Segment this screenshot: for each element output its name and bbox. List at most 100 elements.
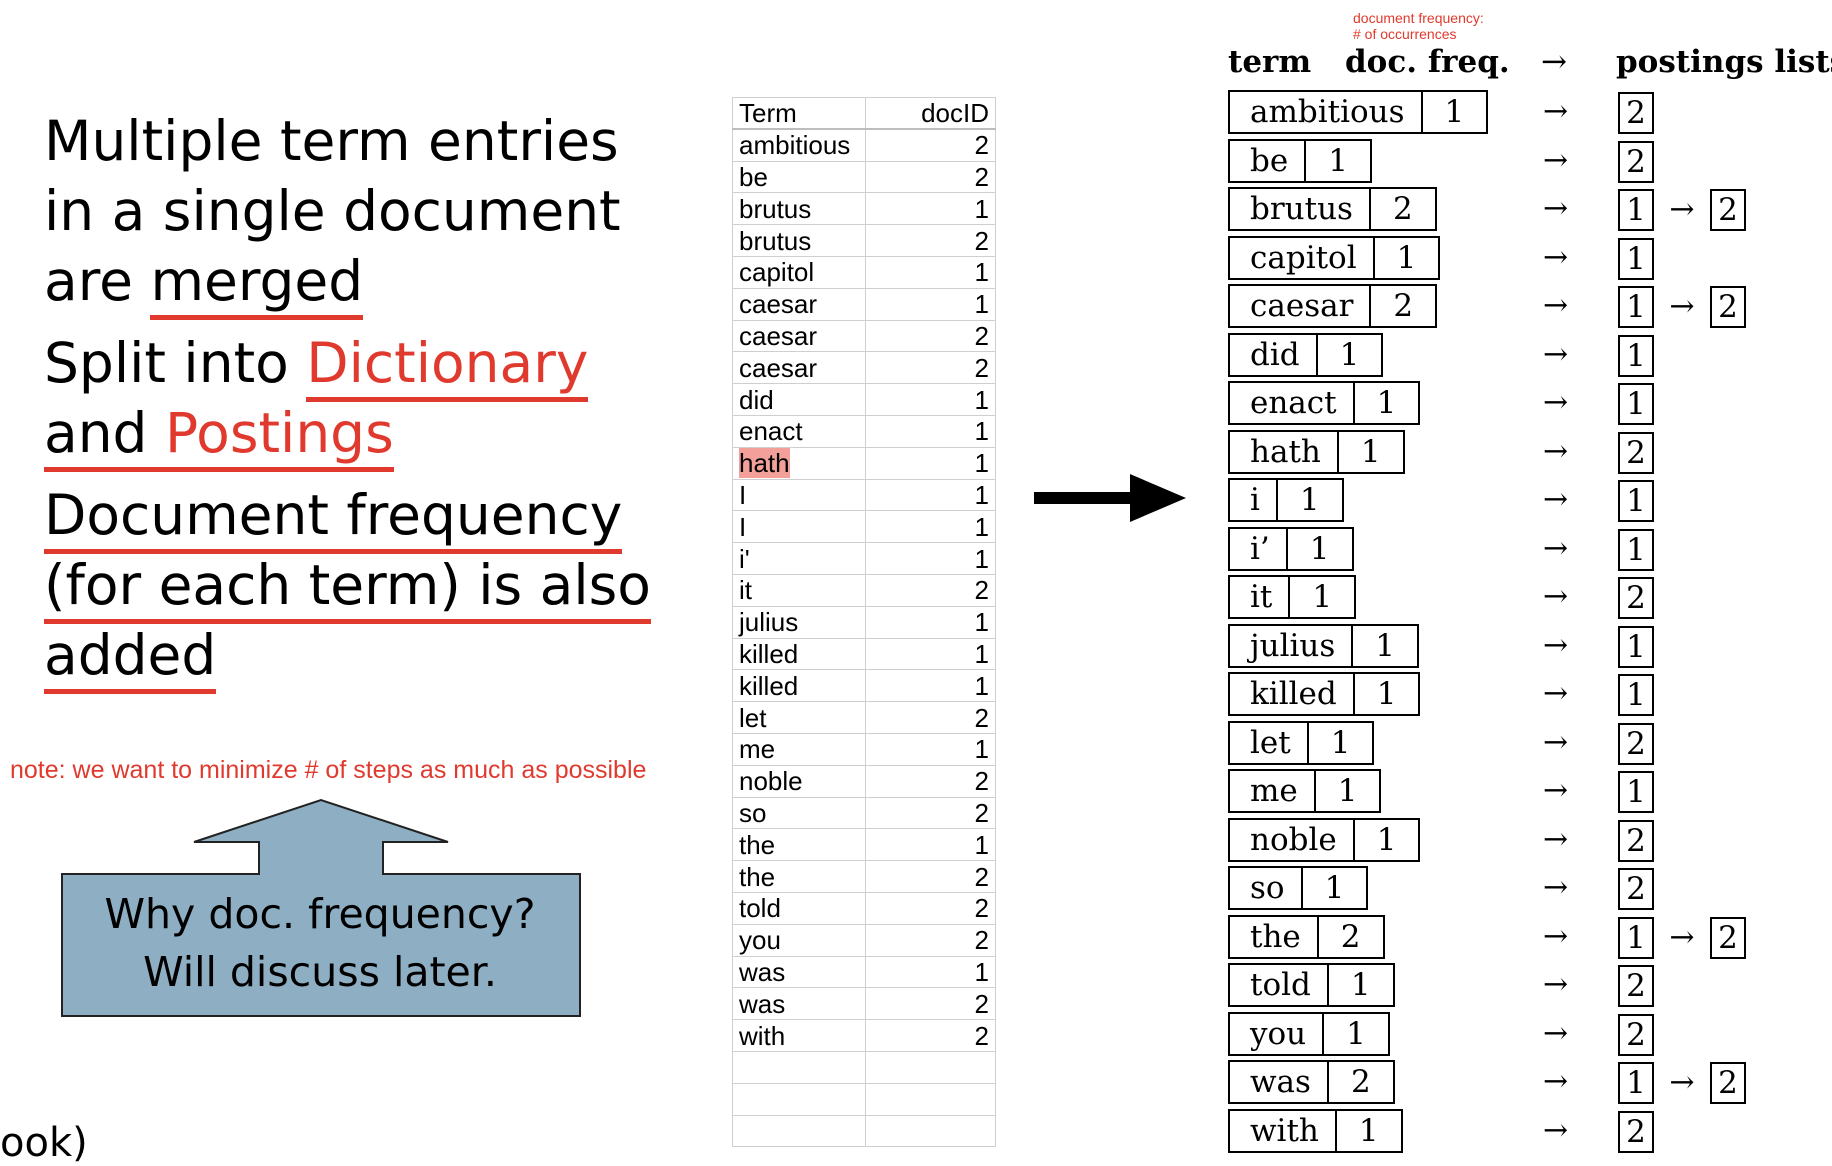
postings-list: 2 bbox=[1618, 819, 1654, 862]
posting-docid: 1 bbox=[1618, 771, 1654, 813]
callout-line-2: Will discuss later. bbox=[143, 948, 497, 996]
term-freq-box: let 1 bbox=[1228, 720, 1375, 765]
term-cell: was bbox=[732, 987, 866, 1021]
postings-list: 2 bbox=[1618, 1013, 1654, 1056]
term-freq-box: was 2 bbox=[1228, 1060, 1395, 1104]
pointer-arrow-icon: → bbox=[1543, 482, 1569, 517]
table-row: the 1 bbox=[732, 828, 996, 862]
dictionary-row: me 1 → 1 bbox=[1228, 769, 1828, 818]
term-freq-box: ambitious 1 bbox=[1228, 90, 1489, 134]
dict-doc-freq: 1 bbox=[1275, 478, 1344, 522]
dict-doc-freq: 1 bbox=[1351, 623, 1420, 668]
annotation-line-2: # of occurrences bbox=[1353, 26, 1457, 42]
table-row: killed 1 bbox=[732, 669, 996, 703]
dict-term: killed bbox=[1228, 672, 1353, 716]
dict-term: me bbox=[1228, 769, 1314, 813]
dictionary-row: the 2 → 1 → 2 bbox=[1228, 914, 1828, 964]
term-cell: brutus bbox=[732, 224, 866, 257]
term-text: julius bbox=[739, 607, 799, 638]
table-row: caesar 2 bbox=[732, 319, 996, 353]
posting-docid: 1 bbox=[1618, 674, 1654, 716]
docid-cell: 1 bbox=[865, 192, 996, 226]
term-text: brutus bbox=[739, 193, 812, 224]
term-freq-box: capitol 1 bbox=[1228, 235, 1441, 280]
term-cell: did bbox=[732, 383, 866, 416]
term-cell: the bbox=[732, 860, 866, 893]
table-row: julius 1 bbox=[732, 605, 996, 639]
term-freq-box: it 1 bbox=[1228, 575, 1357, 619]
dict-term: julius bbox=[1228, 623, 1352, 668]
term-cell: me bbox=[732, 732, 866, 766]
term-freq-box: enact 1 bbox=[1228, 381, 1421, 425]
term-text: noble bbox=[739, 766, 803, 797]
dict-doc-freq: 1 bbox=[1352, 672, 1421, 716]
docid-cell: 2 bbox=[865, 319, 996, 353]
postings-list: 1 bbox=[1618, 771, 1654, 813]
dict-doc-freq: 1 bbox=[1326, 963, 1395, 1007]
docid-cell: 2 bbox=[865, 573, 996, 607]
term-text: so bbox=[739, 797, 767, 828]
dictionary-row: ambitious 1 → 2 bbox=[1228, 90, 1828, 139]
table-row: so 2 bbox=[732, 796, 996, 830]
docid-cell: 2 bbox=[865, 160, 996, 194]
dictionary-row: julius 1 → 1 bbox=[1228, 623, 1828, 673]
docid-cell: 1 bbox=[865, 287, 996, 321]
doc-frequency-annotation: document frequency: # of occurrences bbox=[1353, 10, 1484, 42]
dict-term: be bbox=[1228, 138, 1305, 183]
term-cell: caesar bbox=[732, 351, 866, 385]
header-docid-cell: docID bbox=[865, 97, 996, 131]
pointer-arrow-icon: → bbox=[1543, 433, 1569, 469]
term-freq-box: caesar 2 bbox=[1228, 284, 1438, 328]
table-row: brutus 1 bbox=[732, 192, 996, 226]
bullet-2-line-2: and Postings bbox=[44, 398, 704, 472]
posting-docid: 2 bbox=[1710, 1062, 1746, 1104]
term-text: me bbox=[739, 734, 776, 765]
term-cell: caesar bbox=[732, 319, 866, 353]
bullet-3-line-3: added bbox=[44, 620, 704, 694]
postings-list: 1 → 2 bbox=[1618, 286, 1746, 328]
pointer-arrow-icon: → bbox=[1543, 336, 1569, 372]
term-text: killed bbox=[739, 670, 799, 701]
dict-doc-freq: 2 bbox=[1368, 187, 1437, 231]
table-row: it 2 bbox=[732, 573, 996, 607]
callout-text: Why doc. frequency? Will discuss later. bbox=[62, 885, 578, 1001]
posting-docid: 1 bbox=[1618, 480, 1654, 522]
pointer-arrow-icon: → bbox=[1543, 142, 1569, 178]
posting-docid: 2 bbox=[1618, 819, 1654, 862]
bullet-1-line-2: in a single document bbox=[44, 179, 621, 243]
term-cell: noble bbox=[732, 764, 866, 798]
table-row: I1 bbox=[732, 478, 996, 512]
table-row: caesar 2 bbox=[732, 351, 996, 385]
dictionary-row: hath 1 → 2 bbox=[1228, 429, 1828, 479]
pointer-arrow-icon: → bbox=[1543, 239, 1569, 275]
posting-docid: 2 bbox=[1618, 92, 1654, 134]
term-text: the bbox=[739, 861, 776, 892]
dict-doc-freq: 1 bbox=[1372, 235, 1441, 280]
dictionary-highlight: Dictionary bbox=[306, 331, 589, 402]
docid-cell: 1 bbox=[865, 383, 996, 416]
term-freq-box: i1 bbox=[1228, 478, 1344, 522]
dictionary-row: caesar 2 → 1 → 2 bbox=[1228, 284, 1828, 333]
dict-term: the bbox=[1228, 914, 1317, 959]
term-text: told bbox=[739, 893, 781, 924]
table-row bbox=[732, 1114, 996, 1148]
dict-term: enact bbox=[1228, 381, 1353, 425]
docid-cell: 1 bbox=[865, 732, 996, 766]
table-row: capitol 1 bbox=[732, 255, 996, 289]
dict-doc-freq: 1 bbox=[1288, 575, 1357, 619]
docid-cell: 2 bbox=[865, 701, 996, 734]
docid-cell: 2 bbox=[865, 224, 996, 257]
term-cell: caesar bbox=[732, 287, 866, 321]
cutoff-text: ook) bbox=[0, 1120, 88, 1166]
docid-cell: 2 bbox=[865, 891, 996, 925]
posting-docid: 1 bbox=[1618, 237, 1654, 280]
table-row: ambitious 2 bbox=[732, 128, 996, 162]
table-row: the 2 bbox=[732, 860, 996, 893]
table-row: i' 1 bbox=[732, 542, 996, 575]
term-cell: the bbox=[732, 828, 866, 862]
term-cell: killed bbox=[732, 637, 866, 671]
dictionary-row: be 1 → 2 bbox=[1228, 138, 1828, 188]
bullet-3-text-3: added bbox=[44, 623, 217, 694]
term-freq-box: you 1 bbox=[1228, 1011, 1390, 1056]
dictionary-row: noble 1 → 2 bbox=[1228, 817, 1828, 867]
